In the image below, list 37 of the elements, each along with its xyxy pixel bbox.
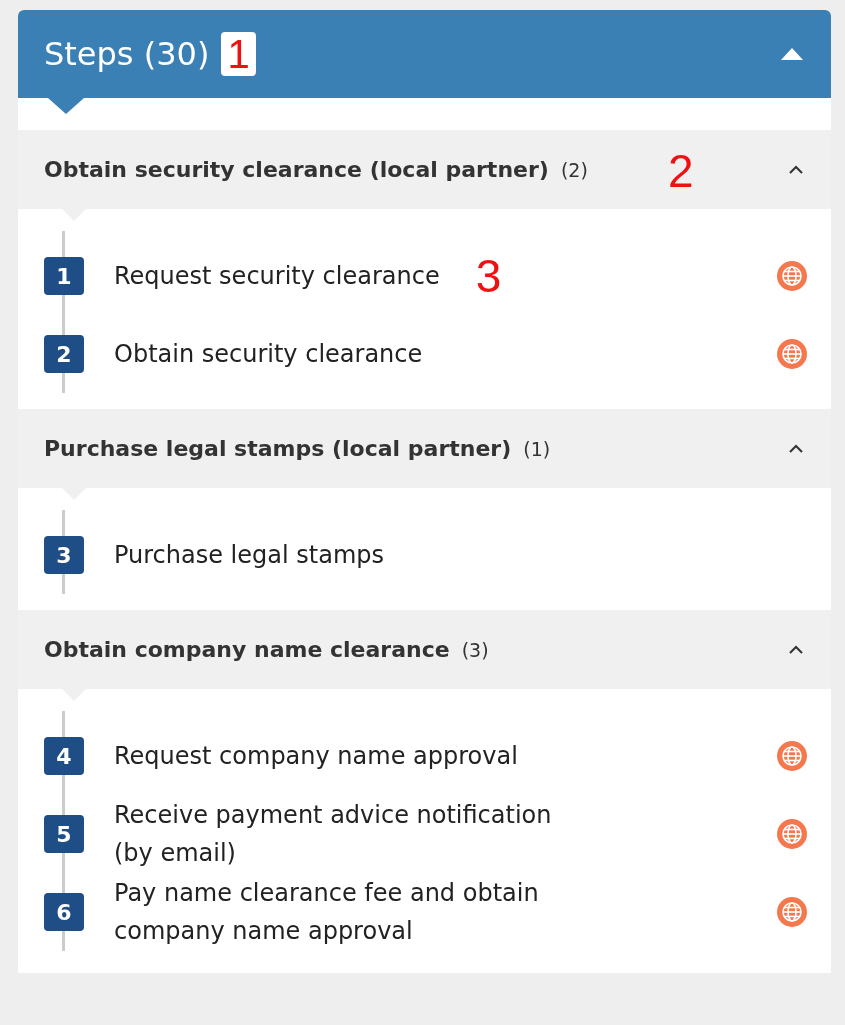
annotation-number: 1 bbox=[221, 32, 256, 76]
step-number: 4 bbox=[44, 737, 84, 775]
step-item[interactable]: 4 Request company name approval bbox=[44, 717, 811, 795]
step-item[interactable]: 2 Obtain security clearance bbox=[44, 315, 811, 393]
group-header[interactable]: Purchase legal stamps (local partner) (1) bbox=[18, 409, 831, 488]
step-number: 2 bbox=[44, 335, 84, 373]
step-title: Request security clearance bbox=[114, 260, 440, 292]
caret-icon bbox=[789, 645, 803, 654]
step-number: 1 bbox=[44, 257, 84, 295]
group-title: Obtain security clearance (local partner) bbox=[44, 157, 549, 182]
step-number: 5 bbox=[44, 815, 84, 853]
group-title: Obtain company name clearance bbox=[44, 637, 450, 662]
caret-icon bbox=[789, 444, 803, 453]
step-item[interactable]: 3 Purchase legal stamps bbox=[44, 516, 811, 594]
step-title: Purchase legal stamps bbox=[114, 539, 385, 571]
group-title: Purchase legal stamps (local partner) bbox=[44, 436, 512, 461]
group-header[interactable]: Obtain security clearance (local partner) (2) 2 bbox=[18, 130, 831, 209]
step-count: (3) bbox=[461, 639, 489, 661]
step-title: Obtain security clearance bbox=[114, 338, 423, 370]
caret-icon bbox=[781, 48, 803, 60]
step-item[interactable]: 1 Request security clearance 3 bbox=[44, 237, 811, 315]
step-number: 3 bbox=[44, 536, 84, 574]
annotation-number: 2 bbox=[668, 144, 694, 198]
step-title: Pay name clearance fee and obtain company name approval bbox=[114, 877, 540, 947]
pointer-arrow bbox=[48, 98, 84, 114]
step-count: (2) bbox=[560, 159, 588, 181]
step-item[interactable]: 6 Pay name clearance fee and obtain company name approval bbox=[44, 873, 811, 951]
group-header[interactable]: Obtain company name clearance (3) bbox=[18, 610, 831, 689]
annotation-number: 3 bbox=[475, 249, 502, 303]
panel-title: Steps (30) bbox=[44, 35, 210, 73]
step-item[interactable]: 5 Receive payment advice notification (by email) bbox=[44, 795, 811, 873]
panel-header[interactable]: Steps (30) 1 bbox=[18, 10, 831, 98]
step-title: Receive payment advice notification (by email) bbox=[114, 799, 553, 869]
step-count: (1) bbox=[523, 438, 551, 460]
caret-icon bbox=[789, 165, 803, 174]
step-number: 6 bbox=[44, 893, 84, 931]
step-title: Request company name approval bbox=[114, 740, 518, 772]
